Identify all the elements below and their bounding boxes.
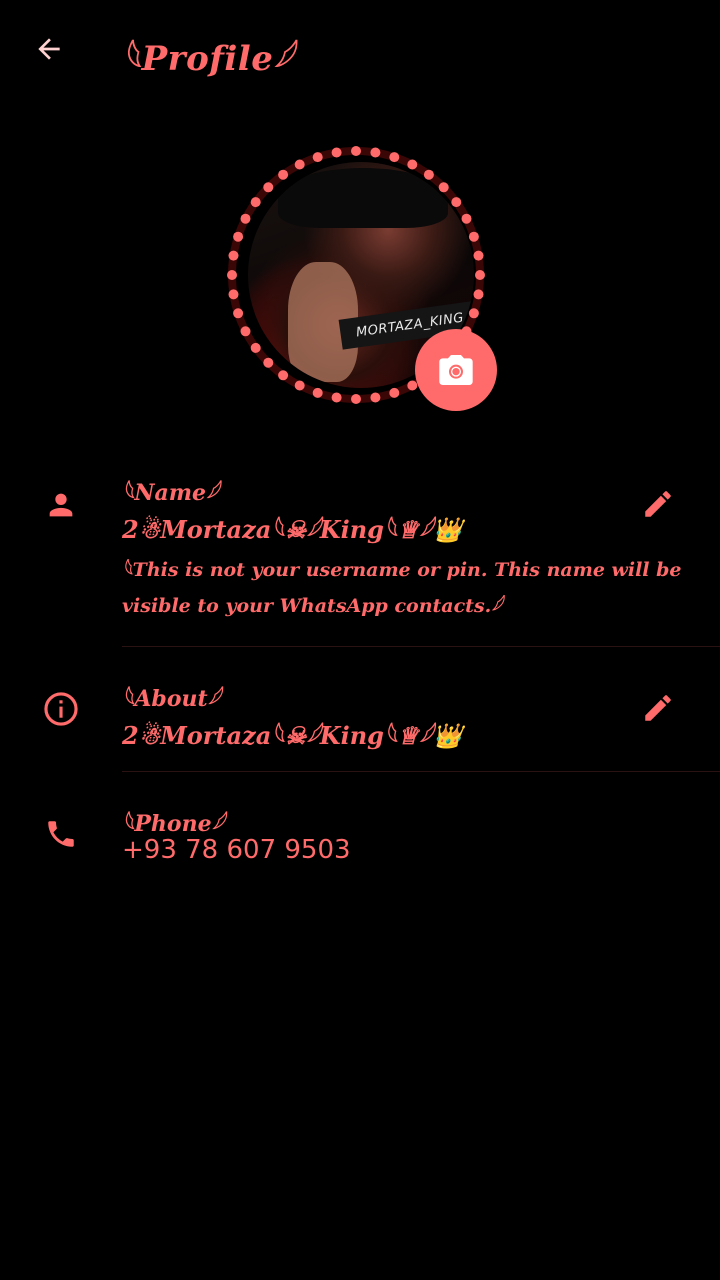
name-value: 2☃Mortaza𓆩☠𓆪King𓆩♕𓆪👑: [122, 515, 463, 544]
ring-dot: [250, 342, 261, 353]
name-label: 𓆩Name𓆪: [122, 480, 219, 506]
pencil-icon: [645, 695, 671, 721]
about-value: 2☃Mortaza𓆩☠𓆪King𓆩♕𓆪👑: [122, 721, 463, 750]
ring-dot: [461, 213, 472, 224]
phone-row: 𓆩Phone𓆪 +93 78 607 9503: [0, 801, 720, 881]
pencil-icon: [645, 491, 671, 517]
phone-value: +93 78 607 9503: [122, 835, 351, 865]
info-icon: [38, 686, 84, 732]
ring-dot: [473, 289, 484, 300]
ring-dot: [294, 159, 305, 170]
ring-dot: [228, 289, 239, 300]
back-button[interactable]: [26, 26, 72, 72]
ring-dot: [263, 182, 274, 193]
ring-dot: [473, 250, 484, 261]
ring-dot: [389, 152, 400, 163]
ring-dot: [294, 380, 305, 391]
ring-dot: [312, 387, 323, 398]
ring-dot: [389, 387, 400, 398]
about-label: 𓆩About𓆪: [122, 686, 221, 712]
page-title: 𓆩Profile𓆪: [122, 39, 293, 79]
arrow-left-icon: [38, 38, 60, 60]
ring-dot: [407, 159, 418, 170]
name-row[interactable]: 𓆩Name𓆪 2☃Mortaza𓆩☠𓆪King𓆩♕𓆪👑 𓆩This is not…: [0, 470, 720, 648]
ring-dot: [351, 394, 361, 404]
ring-dot: [228, 250, 239, 261]
ring-dot: [278, 169, 289, 180]
ring-dot: [250, 197, 261, 208]
edit-name-button[interactable]: [636, 482, 680, 526]
ring-dot: [227, 270, 237, 280]
edit-about-button[interactable]: [636, 686, 680, 730]
phone-icon: [38, 811, 84, 857]
photo-hair: [278, 168, 448, 228]
ring-dot: [468, 231, 479, 242]
divider: [122, 771, 720, 772]
ring-dot: [240, 213, 251, 224]
phone-label: 𓆩Phone𓆪: [122, 811, 224, 837]
ring-dot: [331, 392, 342, 403]
divider: [122, 646, 720, 647]
ring-dot: [370, 147, 381, 158]
ring-dot: [312, 152, 323, 163]
name-hint: 𓆩This is not your username or pin. This …: [122, 559, 682, 617]
ring-dot: [351, 146, 361, 156]
ring-dot: [370, 392, 381, 403]
ring-dot: [263, 357, 274, 368]
ring-dot: [233, 231, 244, 242]
camera-icon: [439, 355, 473, 385]
ring-dot: [240, 326, 251, 337]
profile-screen: 𓆩Profile𓆪 MORTAZA_KING 𓆩Name�: [0, 0, 720, 1280]
ring-dot: [331, 147, 342, 158]
ring-dot: [475, 270, 485, 280]
ring-dot: [451, 197, 462, 208]
ring-dot: [278, 370, 289, 381]
person-icon: [38, 482, 84, 528]
ring-dot: [233, 308, 244, 319]
top-bar: 𓆩Profile𓆪: [0, 0, 720, 100]
profile-photo-area: MORTAZA_KING: [226, 140, 497, 411]
about-row[interactable]: 𓆩About𓆪 2☃Mortaza𓆩☠𓆪King𓆩♕𓆪👑: [0, 676, 720, 772]
change-photo-button[interactable]: [415, 329, 497, 411]
